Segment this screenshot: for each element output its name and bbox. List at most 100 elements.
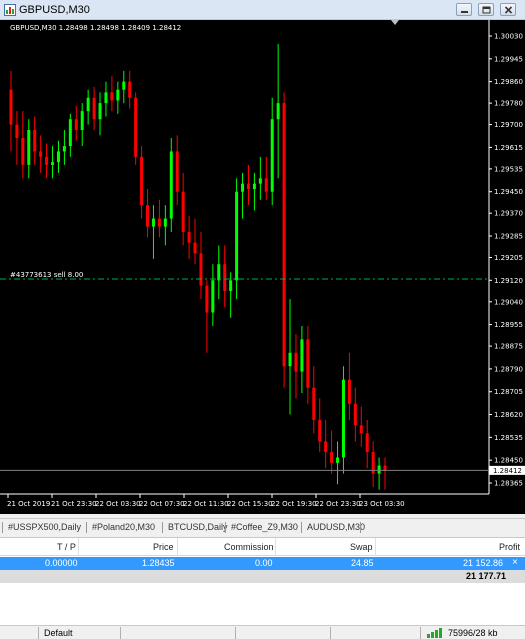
order-label: #43773613 sell 8.00 [10, 271, 83, 279]
bear-candle [146, 205, 150, 227]
close-button[interactable] [500, 3, 516, 16]
column-commission[interactable]: Commission [224, 542, 274, 552]
bear-candle [264, 178, 268, 192]
bear-candle [324, 441, 328, 453]
window-title: GBPUSD,M30 [19, 4, 90, 16]
bull-candle [217, 264, 221, 281]
bear-candle [282, 103, 286, 367]
connection-status-icon [427, 628, 442, 638]
terminal-window: GBPUSD,M30 #43773613 sell 8.00 1.30030 1.… [0, 0, 525, 639]
traffic-counter: 75996/28 kb [448, 628, 498, 638]
bull-candle [270, 119, 274, 192]
tab-btcusd[interactable]: BTCUSD,Daily [168, 521, 228, 535]
chart-tabs: #USSPX500,Daily #Poland20,M30 BTCUSD,Dai… [0, 518, 525, 535]
time-tick-label: 22 Oct 23:30 [315, 500, 361, 508]
chart-info: GBPUSD,M30 1.28498 1.28498 1.28409 1.284… [10, 24, 181, 32]
bull-candle [116, 89, 120, 101]
bear-candle [187, 231, 191, 243]
status-separator [38, 627, 39, 639]
bull-candle [163, 218, 167, 227]
price-tick-label: 1.28620 [494, 411, 523, 419]
column-swap[interactable]: Swap [350, 542, 373, 552]
bull-candle [27, 129, 31, 165]
column-profit[interactable]: Profit [499, 542, 520, 552]
bull-candle [258, 178, 262, 184]
bull-candle [151, 218, 155, 227]
bull-candle [377, 465, 381, 474]
bull-candle [56, 151, 60, 163]
minimize-button[interactable] [456, 3, 472, 16]
profile-name: Default [44, 628, 73, 638]
column-tp[interactable]: T / P [57, 542, 76, 552]
price-tick-label: 1.28365 [494, 480, 523, 488]
status-separator [235, 627, 236, 639]
bear-candle [359, 425, 363, 434]
column-separator [275, 538, 276, 556]
price-chart[interactable]: #43773613 sell 8.00 1.30030 1.29945 1.2986… [0, 20, 525, 514]
maximize-button[interactable] [478, 3, 494, 16]
tab-usspx500[interactable]: #USSPX500,Daily [8, 521, 81, 535]
bear-candle [330, 452, 334, 463]
total-row: 21 177.71 [0, 570, 525, 583]
maximize-icon [482, 6, 491, 14]
candlestick-chart[interactable]: #43773613 sell 8.00 1.30030 1.29945 1.2986… [0, 20, 525, 514]
price-tick-label: 1.29450 [494, 188, 523, 196]
tab-separator [86, 522, 87, 533]
bear-candle [175, 151, 179, 192]
bear-candle [39, 151, 43, 157]
chart-window-icon [4, 4, 16, 16]
trade-table-header: T / P Price Commission Swap Profit [0, 538, 525, 556]
time-tick-label: 22 Oct 19:30 [271, 500, 317, 508]
bear-candle [365, 433, 369, 453]
time-axis: 21 Oct 2019 21 Oct 23:3022 Oct 03:3022 Oc… [7, 494, 405, 508]
status-bar: Default 75996/28 kb [0, 625, 525, 639]
status-separator [120, 627, 121, 639]
bull-candle [80, 111, 84, 130]
bear-candle [312, 387, 316, 420]
price-tick-label: 1.29535 [494, 165, 523, 173]
candles [9, 44, 387, 490]
tab-separator [225, 522, 226, 533]
column-separator [375, 538, 376, 556]
bear-candle [33, 129, 37, 152]
bear-candle [15, 124, 19, 139]
current-price-label: 1.28412 [493, 467, 522, 475]
cell-tp: 0.00000 [45, 558, 78, 568]
time-tick-label: 22 Oct 15:30 [227, 500, 273, 508]
price-tick-label: 1.28790 [494, 365, 523, 373]
time-tick-label: 21 Oct 23:30 [51, 500, 97, 508]
price-axis: 1.30030 1.29945 1.29860 1.29780 1.29700 1.296… [489, 33, 523, 488]
cell-profit: 21 152.86 [463, 558, 504, 568]
price-tick-label: 1.29780 [494, 100, 523, 108]
close-order-icon[interactable]: × [512, 557, 518, 568]
bull-candle [252, 183, 256, 190]
column-price[interactable]: Price [153, 542, 174, 552]
tab-separator [2, 522, 3, 533]
bear-candle [193, 242, 197, 254]
tab-separator [162, 522, 163, 533]
tab-poland20[interactable]: #Poland20,M30 [92, 521, 155, 535]
status-separator [330, 627, 331, 639]
chart-window-titlebar[interactable]: GBPUSD,M30 [0, 0, 525, 20]
bull-candle [68, 119, 72, 147]
tab-coffee[interactable]: #Coffee_Z9,M30 [231, 521, 298, 535]
bear-candle [181, 191, 185, 232]
bear-candle [223, 264, 227, 292]
trade-row[interactable]: 0.00000 1.28435 0.00 24.85 21 152.86 × [0, 557, 525, 570]
total-profit: 21 177.71 [466, 571, 507, 581]
column-separator [177, 538, 178, 556]
price-tick-label: 1.29370 [494, 210, 523, 218]
bull-candle [122, 81, 126, 90]
bull-candle [341, 379, 345, 458]
bull-candle [86, 97, 90, 112]
tab-audusd[interactable]: AUDUSD,M30 [307, 521, 365, 535]
chart-shift-marker-icon[interactable] [391, 20, 399, 25]
price-tick-label: 1.29205 [494, 254, 523, 262]
price-tick-label: 1.29285 [494, 233, 523, 241]
price-tick-label: 1.28705 [494, 388, 523, 396]
price-tick-label: 1.29700 [494, 121, 523, 129]
bull-candle [62, 146, 66, 152]
price-tick-label: 1.28450 [494, 457, 523, 465]
cell-swap: 24.85 [351, 558, 374, 568]
bear-candle [246, 183, 250, 190]
